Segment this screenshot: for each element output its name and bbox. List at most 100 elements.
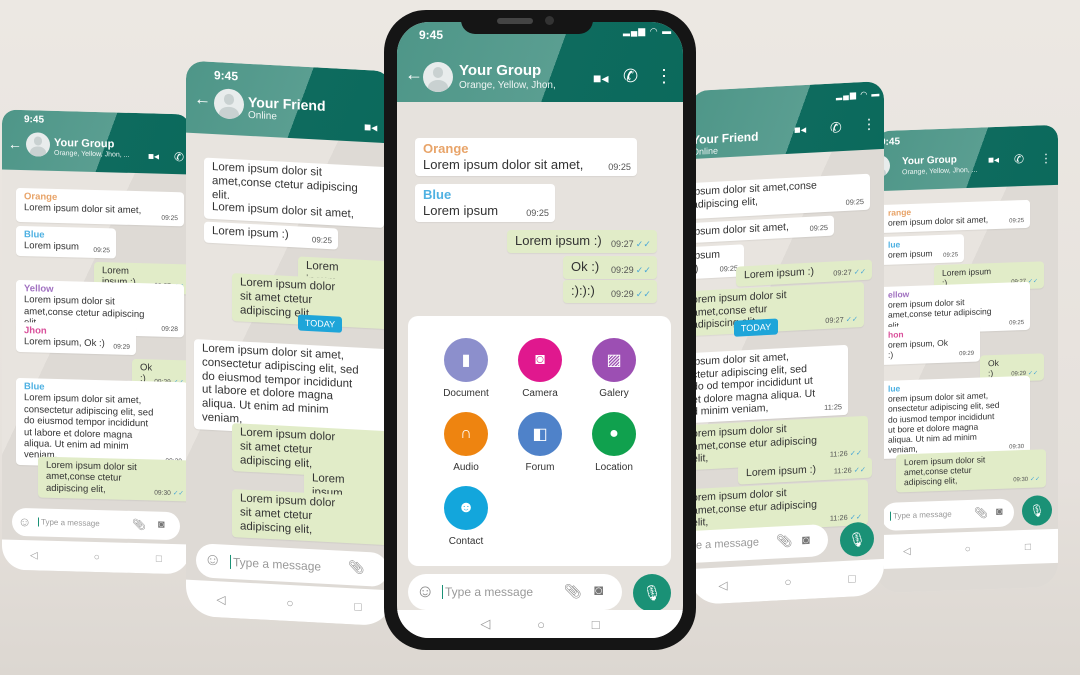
outgoing-message[interactable]: Lorem ipsum dolor sit amet,conse ctetur … bbox=[896, 449, 1046, 493]
incoming-message[interactable]: Blue Lorem ipsum dolor sit amet, consecte… bbox=[16, 377, 188, 470]
attachment-circle[interactable]: ● bbox=[592, 412, 636, 456]
paperclip-icon[interactable]: 📎︎ bbox=[974, 506, 988, 519]
attachment-option-contact[interactable]: ☻ Contact bbox=[428, 486, 504, 547]
home-nav-icon[interactable]: ○ bbox=[94, 551, 100, 562]
attachment-option-camera[interactable]: ◙ Camera bbox=[502, 338, 578, 399]
phone-call-icon[interactable]: ✆ bbox=[623, 66, 638, 87]
microphone-icon: 🎙︎ bbox=[848, 530, 866, 548]
message-input[interactable]: ☺ Type a message 📎︎ ◙ bbox=[408, 574, 622, 610]
back-arrow-icon[interactable]: ← bbox=[194, 89, 211, 110]
video-call-icon[interactable]: ■◂ bbox=[988, 155, 999, 166]
microphone-icon: 🎙︎ bbox=[1029, 503, 1045, 518]
outgoing-message[interactable]: :):):) 09:29 ✓✓ bbox=[563, 280, 657, 303]
status-time: 9:45 bbox=[24, 114, 45, 126]
attachment-circle[interactable]: ▨ bbox=[592, 338, 636, 382]
outgoing-message[interactable]: Lorem ipsum dolor sit amet ctetur adipis… bbox=[232, 489, 392, 546]
back-arrow-icon[interactable]: ← bbox=[405, 64, 423, 85]
home-nav-icon[interactable]: ○ bbox=[965, 543, 971, 554]
chat-subtitle: Orange, Yellow, Jhon, ... bbox=[902, 166, 978, 177]
recents-nav-icon[interactable]: □ bbox=[848, 571, 855, 585]
message-input[interactable]: Type a message 📎︎ ◙ bbox=[882, 498, 1014, 531]
home-nav-icon[interactable]: ○ bbox=[286, 596, 293, 610]
avatar[interactable] bbox=[423, 62, 453, 92]
incoming-message[interactable]: hon orem ipsum, Ok :) 09:29 bbox=[880, 323, 980, 365]
read-receipt-icon: ✓✓ bbox=[635, 238, 651, 249]
phone-call-icon[interactable]: ✆ bbox=[830, 119, 842, 137]
attachment-option-galery[interactable]: ▨ Galery bbox=[576, 338, 652, 399]
paperclip-icon[interactable]: 📎︎ bbox=[348, 559, 365, 576]
forum-icon: ◧ bbox=[532, 426, 548, 443]
incoming-message[interactable]: Jhon Lorem ipsum, Ok :) 09:29 bbox=[16, 321, 136, 355]
recents-nav-icon[interactable]: □ bbox=[354, 599, 361, 613]
read-receipt-icon: ✓✓ bbox=[1030, 476, 1040, 484]
back-nav-icon[interactable]: ◁ bbox=[718, 578, 727, 592]
back-nav-icon[interactable]: ◁ bbox=[30, 550, 38, 561]
attachment-circle[interactable]: ◧ bbox=[518, 412, 562, 456]
more-options-icon[interactable]: ⋮ bbox=[1040, 151, 1052, 165]
incoming-message[interactable]: ipsum dolor sit amet, ctetur adipiscing … bbox=[690, 344, 848, 424]
camera-icon[interactable]: ◙ bbox=[996, 506, 1003, 518]
home-nav-icon[interactable]: ○ bbox=[537, 617, 545, 632]
outgoing-message[interactable]: Lorem ipsum dolor sit amet,conse ctetur … bbox=[38, 456, 190, 502]
incoming-message[interactable]: Blue Lorem ipsum 09:25 bbox=[16, 225, 116, 259]
message-time: 09:25 bbox=[161, 215, 178, 223]
back-nav-icon[interactable]: ◁ bbox=[216, 592, 225, 606]
phone-call-icon[interactable]: ✆ bbox=[1014, 152, 1024, 166]
friend-chat-phone-right: ▂▄▆ ◠ ▬ Your Friend Online ■◂ ✆ ⋮ ipsum … bbox=[690, 80, 884, 606]
attachment-circle[interactable]: ∩ bbox=[444, 412, 488, 456]
read-receipt-icon: ✓✓ bbox=[172, 490, 184, 498]
paperclip-icon[interactable]: 📎︎ bbox=[564, 583, 582, 600]
message-time: 09:30 ✓✓ bbox=[1013, 477, 1040, 485]
recents-nav-icon[interactable]: □ bbox=[156, 553, 162, 564]
incoming-message[interactable]: lue orem ipsum 09:25 bbox=[880, 234, 964, 266]
attachment-option-location[interactable]: ● Location bbox=[576, 412, 652, 473]
back-arrow-icon[interactable]: ← bbox=[8, 136, 22, 152]
attachment-option-audio[interactable]: ∩ Audio bbox=[428, 412, 504, 473]
phone-call-icon[interactable]: ✆ bbox=[174, 150, 184, 164]
incoming-message[interactable]: Orange Lorem ipsum dolor sit amet, 09:25 bbox=[415, 138, 637, 177]
attachment-option-forum[interactable]: ◧ Forum bbox=[502, 412, 578, 473]
camera-icon[interactable]: ◙ bbox=[158, 519, 165, 531]
attachment-circle[interactable]: ▮ bbox=[444, 338, 488, 382]
outgoing-message[interactable]: Lorem ipsum :) 09:27✓✓ bbox=[507, 230, 657, 253]
more-options-icon[interactable]: ⋮ bbox=[655, 66, 673, 87]
outgoing-message[interactable]: Ok :) 09:29✓✓ bbox=[563, 256, 657, 279]
message-timestamp: 09:29 bbox=[610, 288, 634, 299]
recents-nav-icon[interactable]: □ bbox=[592, 617, 600, 632]
incoming-message[interactable]: range orem ipsum dolor sit amet, 09:25 bbox=[880, 199, 1030, 234]
video-call-icon[interactable]: ■◂ bbox=[364, 120, 377, 135]
voice-record-button[interactable]: 🎙︎ bbox=[633, 574, 671, 612]
read-receipt-icon: ✓✓ bbox=[849, 512, 862, 522]
video-call-icon[interactable]: ■◂ bbox=[794, 123, 806, 137]
attachment-option-document[interactable]: ▮ Document bbox=[428, 338, 504, 399]
message-timestamp: 09:30 bbox=[154, 489, 171, 498]
incoming-message[interactable]: Blue Lorem ipsum 09:25 bbox=[415, 184, 555, 223]
attachment-label: Location bbox=[595, 462, 633, 473]
attachment-circle[interactable]: ◙ bbox=[518, 338, 562, 382]
emoji-icon[interactable]: ☺ bbox=[204, 550, 221, 571]
paperclip-icon[interactable]: 📎︎ bbox=[776, 533, 793, 550]
chat-header: 9:45 Your Group Orange, Yellow, Jhon, ..… bbox=[876, 124, 1058, 192]
video-call-icon[interactable]: ■◂ bbox=[148, 151, 159, 162]
emoji-icon[interactable]: ☺ bbox=[416, 581, 434, 602]
camera-icon[interactable]: ◙ bbox=[594, 582, 603, 599]
message-time: 09:29✓✓ bbox=[611, 289, 651, 300]
incoming-message[interactable]: lue orem ipsum dolor sit amet, onsectetur… bbox=[880, 375, 1030, 460]
message-time: 09:25 bbox=[526, 208, 549, 219]
camera-icon[interactable]: ◙ bbox=[802, 532, 810, 547]
message-text: Ok :) bbox=[571, 259, 600, 274]
paperclip-icon[interactable]: 📎︎ bbox=[132, 518, 146, 531]
avatar[interactable] bbox=[214, 88, 244, 120]
avatar[interactable] bbox=[26, 132, 50, 157]
video-call-icon[interactable]: ■◂ bbox=[593, 70, 608, 87]
more-options-icon[interactable]: ⋮ bbox=[862, 115, 876, 133]
incoming-message[interactable]: Lorem ipsum dolor sit amet, consectetur … bbox=[194, 339, 392, 440]
message-input[interactable]: ☺ Type a message 📎︎ ◙ bbox=[12, 507, 180, 541]
back-nav-icon[interactable]: ◁ bbox=[480, 616, 490, 632]
incoming-message[interactable]: Orange Lorem ipsum dolor sit amet, 09:25 bbox=[16, 187, 184, 227]
home-nav-icon[interactable]: ○ bbox=[784, 575, 791, 589]
recents-nav-icon[interactable]: □ bbox=[1025, 541, 1031, 552]
back-nav-icon[interactable]: ◁ bbox=[903, 545, 911, 556]
attachment-circle[interactable]: ☻ bbox=[444, 486, 488, 530]
emoji-icon[interactable]: ☺ bbox=[18, 514, 31, 529]
